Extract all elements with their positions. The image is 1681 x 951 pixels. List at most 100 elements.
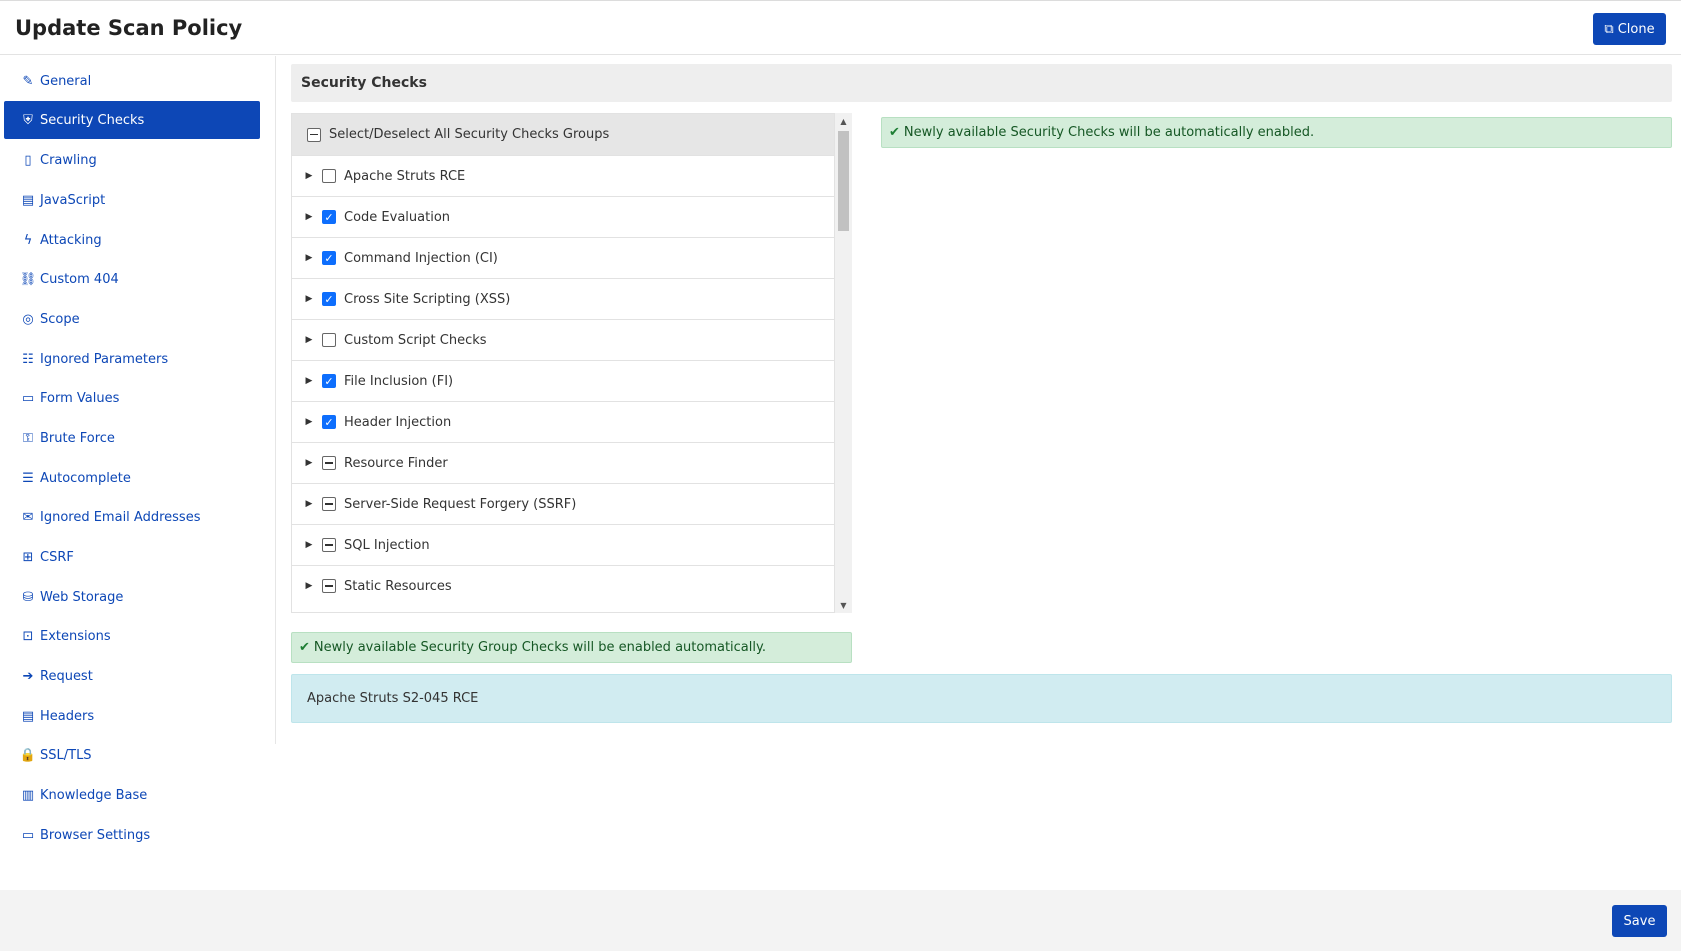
shield-icon: ⛨ [23, 112, 33, 128]
scroll-up-icon[interactable]: ▲ [835, 113, 852, 129]
crosshair-icon: ◎ [22, 311, 34, 327]
sidebar-item-request[interactable]: ➔ Request [4, 657, 260, 695]
group-label: File Inclusion (FI) [344, 373, 454, 389]
group-label: Header Injection [344, 414, 452, 430]
sidebar-item-extensions[interactable]: ⊡ Extensions [4, 617, 260, 655]
envelope-icon: ✉ [22, 509, 34, 525]
group-label: Code Evaluation [344, 209, 451, 225]
caret-right-icon[interactable]: ▶ [292, 499, 322, 509]
sidebar-item-csrf[interactable]: ⊞ CSRF [4, 538, 260, 576]
link-icon: ⛓ [19, 271, 37, 287]
sidebar-item-label: Attacking [40, 232, 102, 248]
document-icon: ▤ [21, 708, 35, 724]
sidebar-item-browser-settings[interactable]: ▭ Browser Settings [4, 816, 260, 854]
bolt-icon: ϟ [23, 232, 33, 248]
group-checkbox[interactable] [322, 456, 336, 470]
tree-row[interactable]: ▶ Custom Script Checks [292, 319, 834, 360]
clone-button-label: Clone [1617, 21, 1655, 37]
footer-bar [0, 890, 1681, 951]
sidebar-item-scope[interactable]: ◎ Scope [4, 300, 260, 338]
caret-right-icon[interactable]: ▶ [292, 253, 322, 263]
check-detail-text: Apache Struts S2-045 RCE [307, 691, 479, 706]
tree-row[interactable]: ▶ Static Resources [292, 565, 834, 606]
sidebar-item-label: Headers [40, 708, 95, 724]
tree-row[interactable]: ▶ ✓ Code Evaluation [292, 196, 834, 237]
sidebar-item-headers[interactable]: ▤ Headers [4, 697, 260, 735]
lock-icon: ⚿ [23, 430, 33, 446]
scroll-thumb[interactable] [838, 131, 849, 231]
clone-icon: ⧉ [1604, 21, 1614, 37]
group-auto-enable-alert: ✔ Newly available Security Group Checks … [291, 632, 852, 663]
panel-title: Security Checks [291, 64, 1672, 102]
select-all-checkbox[interactable] [307, 127, 321, 142]
sidebar-item-brute-force[interactable]: ⚿ Brute Force [4, 419, 260, 457]
auto-enable-alert-text: Newly available Security Checks will be … [903, 125, 1315, 140]
group-checkbox[interactable] [322, 579, 336, 593]
storage-icon: ⛁ [22, 589, 34, 605]
sidebar-item-crawling[interactable]: ▯ Crawling [4, 141, 260, 179]
tree-row[interactable]: ▶ Server-Side Request Forgery (SSRF) [292, 483, 834, 524]
group-checkbox[interactable] [322, 333, 336, 347]
sidebar-item-javascript[interactable]: ▤ JavaScript [4, 181, 260, 219]
tree-row[interactable]: ▶ ✓ Cross Site Scripting (XSS) [292, 278, 834, 319]
sidebar-item-label: Security Checks [40, 112, 145, 128]
group-checkbox[interactable] [322, 497, 336, 511]
caret-right-icon[interactable]: ▶ [292, 540, 322, 550]
caret-right-icon[interactable]: ▶ [292, 458, 322, 468]
tree-row[interactable]: ▶ ✓ Command Injection (CI) [292, 237, 834, 278]
group-checkbox[interactable]: ✓ [322, 374, 336, 388]
caret-right-icon[interactable]: ▶ [292, 294, 322, 304]
group-label: Resource Finder [344, 455, 448, 471]
sidebar-item-general[interactable]: ✎ General [4, 62, 260, 100]
sidebar-item-web-storage[interactable]: ⛁ Web Storage [4, 578, 260, 616]
sidebar-item-label: CSRF [40, 549, 74, 565]
scroll-down-icon[interactable]: ▼ [835, 597, 852, 613]
group-checkbox[interactable]: ✓ [322, 210, 336, 224]
sitemap-icon: ⊞ [22, 549, 34, 565]
group-checkbox[interactable]: ✓ [322, 292, 336, 306]
sidebar-item-ssl-tls[interactable]: 🔒 SSL/TLS [4, 736, 260, 774]
tree-row[interactable]: ▶ ✓ File Inclusion (FI) [292, 360, 834, 401]
sidebar-item-label: General [40, 73, 92, 89]
select-all-row[interactable]: Select/Deselect All Security Checks Grou… [292, 114, 834, 155]
tree-row[interactable]: ▶ SQL Injection [292, 524, 834, 565]
padlock-icon: 🔒 [19, 747, 37, 763]
sidebar-item-autocomplete[interactable]: ☰ Autocomplete [4, 459, 260, 497]
group-checkbox[interactable]: ✓ [322, 251, 336, 265]
sidebar-item-custom-404[interactable]: ⛓ Custom 404 [4, 260, 260, 298]
sidebar-item-ignored-email-addresses[interactable]: ✉ Ignored Email Addresses [4, 498, 260, 536]
tree-scrollbar[interactable]: ▲ ▼ [835, 113, 852, 613]
page-header: Update Scan Policy ⧉ Clone [0, 0, 1681, 55]
group-label: Static Resources [344, 578, 452, 594]
group-checkbox[interactable] [322, 169, 336, 183]
sidebar-item-ignored-parameters[interactable]: ☷ Ignored Parameters [4, 340, 260, 378]
save-button[interactable]: Save [1612, 905, 1667, 937]
sidebar-item-form-values[interactable]: ▭ Form Values [4, 379, 260, 417]
sidebar-item-attacking[interactable]: ϟ Attacking [4, 221, 260, 259]
check-icon: ✔ [889, 125, 900, 140]
clone-button[interactable]: ⧉ Clone [1593, 13, 1666, 45]
sidebar-item-label: Scope [40, 311, 80, 327]
sidebar-item-knowledge-base[interactable]: ▥ Knowledge Base [4, 776, 260, 814]
caret-right-icon[interactable]: ▶ [292, 335, 322, 345]
sidebar-item-security-checks[interactable]: ⛨ Security Checks [4, 101, 260, 139]
group-label: SQL Injection [344, 537, 430, 553]
select-all-label: Select/Deselect All Security Checks Grou… [329, 127, 610, 142]
page-title: Update Scan Policy [15, 16, 243, 40]
caret-right-icon[interactable]: ▶ [292, 171, 322, 181]
tree-row[interactable]: ▶ Apache Struts RCE [292, 155, 834, 196]
sidebar-item-label: Autocomplete [40, 470, 131, 486]
tree-row[interactable]: ▶ ✓ Header Injection [292, 401, 834, 442]
group-checkbox[interactable]: ✓ [322, 415, 336, 429]
caret-right-icon[interactable]: ▶ [292, 417, 322, 427]
group-label: Command Injection (CI) [344, 250, 498, 266]
caret-right-icon[interactable]: ▶ [292, 581, 322, 591]
group-checkbox[interactable] [322, 538, 336, 552]
caret-right-icon[interactable]: ▶ [292, 212, 322, 222]
check-icon: ✔ [299, 640, 310, 655]
group-auto-enable-alert-text: Newly available Security Group Checks wi… [313, 640, 766, 655]
sidebar-item-label: Request [40, 668, 93, 684]
caret-right-icon[interactable]: ▶ [292, 376, 322, 386]
browser-icon: ▭ [21, 827, 35, 843]
tree-row[interactable]: ▶ Resource Finder [292, 442, 834, 483]
